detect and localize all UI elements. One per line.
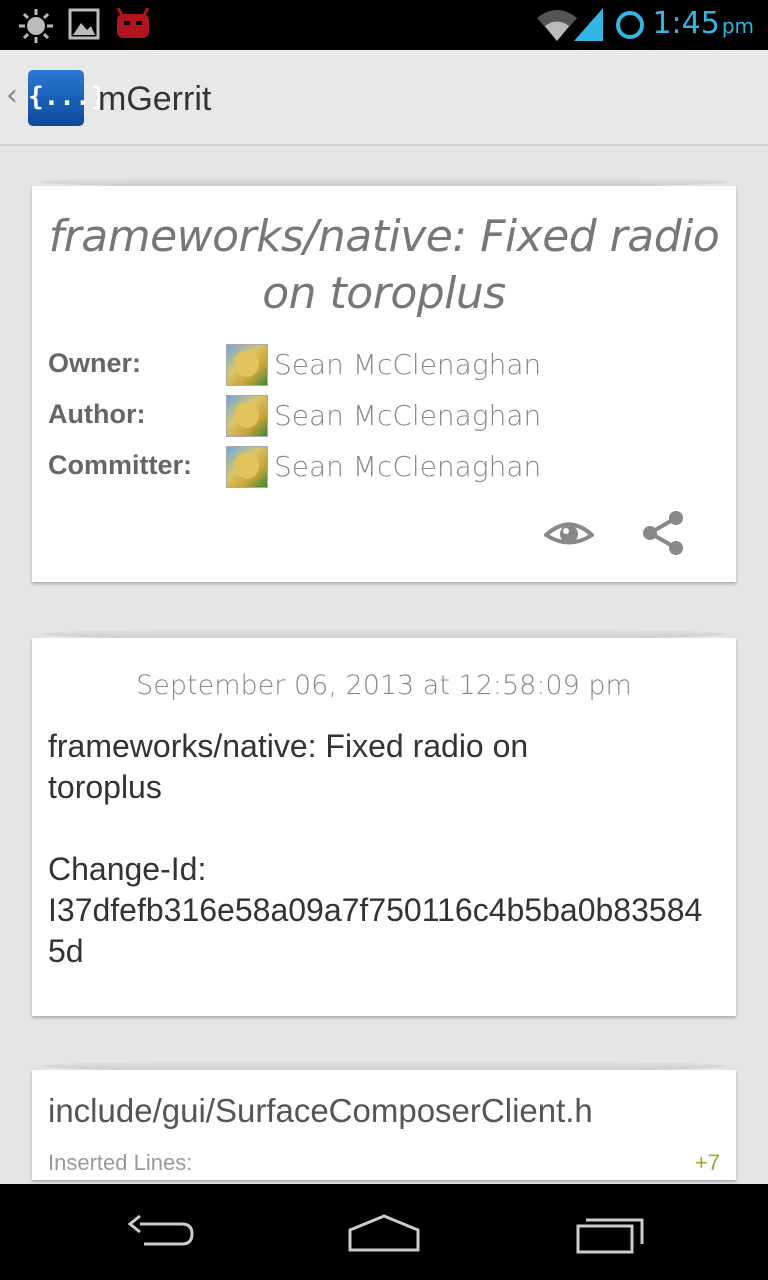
- app-logo[interactable]: {...}: [28, 70, 106, 126]
- author-avatar: [226, 395, 268, 437]
- committer-avatar: [226, 446, 268, 488]
- file-name[interactable]: include/gui/SurfaceComposerClient.h: [48, 1092, 593, 1130]
- owner-name[interactable]: Sean McClenaghan: [274, 348, 541, 381]
- commit-card: September 06, 2013 at 12:58:09 pm framew…: [32, 638, 736, 1016]
- action-bar: ‹ {...} mGerrit: [0, 50, 768, 146]
- gallery-icon: [68, 8, 100, 40]
- change-details-card: frameworks/native: Fixed radio on toropl…: [32, 186, 736, 582]
- back-icon[interactable]: [120, 1210, 200, 1256]
- author-label: Author:: [48, 399, 146, 429]
- wifi-icon: [537, 10, 577, 41]
- clock: 1:45 pm: [652, 6, 754, 41]
- sync-icon: [616, 11, 644, 39]
- owner-avatar: [226, 344, 268, 386]
- commit-message: frameworks/native: Fixed radio on toropl…: [48, 728, 703, 969]
- signal-icon: [574, 8, 603, 41]
- committer-name[interactable]: Sean McClenaghan: [274, 450, 541, 483]
- up-navigation-icon[interactable]: ‹: [6, 78, 18, 113]
- committer-label: Committer:: [48, 450, 193, 480]
- author-name[interactable]: Sean McClenaghan: [274, 399, 541, 432]
- share-icon[interactable]: [638, 508, 688, 558]
- navigation-bar: [0, 1184, 768, 1280]
- file-card[interactable]: include/gui/SurfaceComposerClient.h Inse…: [32, 1070, 736, 1180]
- inserted-lines-label: Inserted Lines:: [48, 1150, 193, 1175]
- home-icon[interactable]: [344, 1210, 424, 1256]
- inserted-lines-count: +7: [694, 1150, 720, 1175]
- owner-label: Owner:: [48, 348, 142, 378]
- app-title[interactable]: mGerrit: [98, 80, 211, 119]
- brightness-icon: [19, 9, 53, 43]
- commit-date: September 06, 2013 at 12:58:09 pm: [136, 670, 632, 701]
- cyanogenmod-icon: [116, 8, 150, 38]
- status-bar: 1:45 pm: [0, 0, 768, 50]
- star-eye-icon[interactable]: [544, 510, 594, 560]
- change-subject: frameworks/native: Fixed radio on toropl…: [48, 211, 720, 319]
- recent-apps-icon[interactable]: [570, 1210, 650, 1256]
